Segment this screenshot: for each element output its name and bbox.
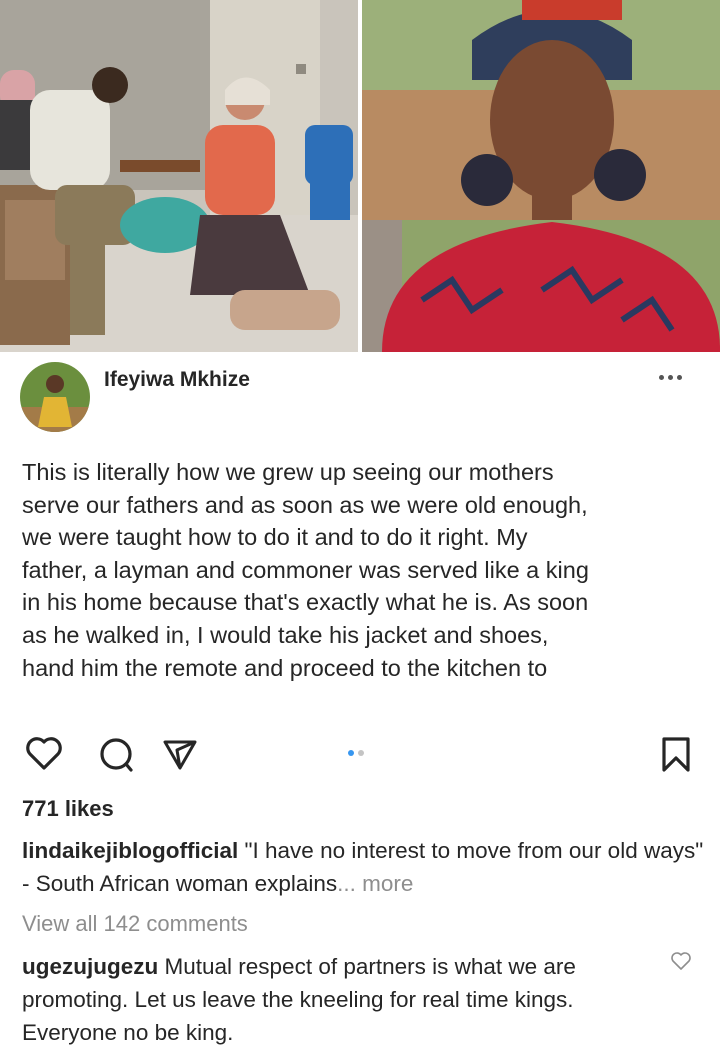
more-dots-icon[interactable] [650,366,690,388]
post-text: This is literally how we grew up seeing … [22,456,712,684]
caption-more-link[interactable]: ... more [337,871,413,896]
post-text-line: This is literally how we grew up seeing … [22,459,554,485]
paper-plane-icon[interactable] [160,734,200,774]
post-username[interactable]: Ifeyiwa Mkhize [104,368,250,392]
view-all-comments-link[interactable]: View all 142 comments [22,911,248,937]
carousel-dot [358,750,364,756]
carousel-dot-active [348,750,354,756]
post-text-line: father, a layman and commoner was served… [22,556,589,583]
post-actions [0,730,720,778]
post-text-line: hand him the remote and proceed to the k… [22,654,548,681]
post-header: Ifeyiwa Mkhize [0,352,720,442]
post-text-line: serve our fathers and as soon as we were… [22,491,588,518]
post-images[interactable] [0,0,720,352]
caption-username[interactable]: lindaikejiblogofficial [22,838,238,863]
bookmark-icon[interactable] [656,734,696,774]
caption: lindaikejiblogofficial "I have no intere… [22,834,712,900]
avatar[interactable] [20,362,90,432]
photo-kneeling-woman[interactable] [0,0,358,352]
carousel-indicator [348,750,364,756]
post-text-line: we were taught how to do it and to do it… [22,524,528,551]
comment-username[interactable]: ugezujugezu [22,954,158,979]
likes-count[interactable]: 771 likes [22,796,114,822]
heart-icon[interactable] [24,734,64,774]
post-text-line: as he walked in, I would take his jacket… [22,621,549,648]
comment: ugezujugezu Mutual respect of partners i… [22,950,662,1049]
comment-bubble-icon[interactable] [96,734,136,774]
photo-woman-selfie[interactable] [362,0,720,352]
post-text-line: in his home because that's exactly what … [22,589,589,616]
comment-heart-icon[interactable] [670,950,692,972]
